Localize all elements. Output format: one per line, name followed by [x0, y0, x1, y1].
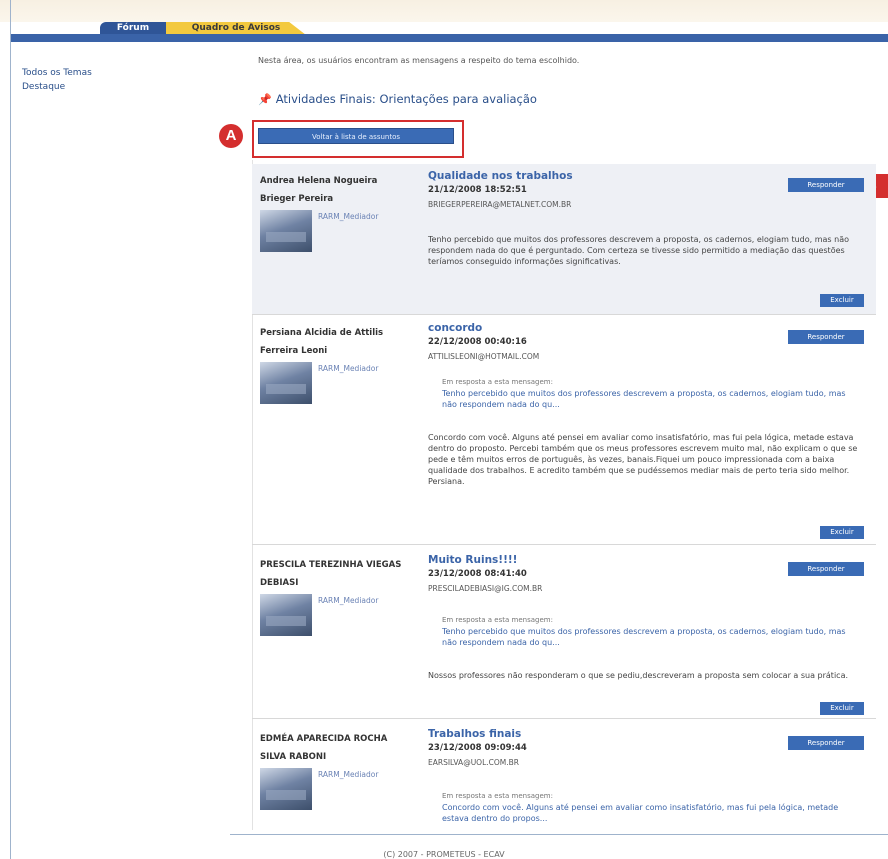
delete-button[interactable]: Excluir	[820, 526, 864, 539]
avatar	[260, 768, 312, 810]
sidebar-item-todos-os-temas[interactable]: Todos os Temas	[22, 66, 92, 80]
sidebar-item-destaque[interactable]: Destaque	[22, 80, 92, 94]
tab-bar	[11, 34, 888, 42]
message-author: EDMÉA APARECIDA ROCHA SILVA RABONI	[260, 734, 388, 762]
back-to-list-button[interactable]: Voltar à lista de assuntos	[258, 128, 454, 144]
message-body: Tenho percebido que muitos dos professor…	[428, 235, 849, 266]
respond-button[interactable]: Responder	[788, 330, 864, 344]
mediator-link[interactable]: RARM_Mediador	[318, 364, 378, 373]
quote-text[interactable]: Tenho percebido que muitos dos professor…	[442, 388, 862, 410]
avatar	[260, 362, 312, 404]
message-item: PRESCILA TEREZINHA VIEGAS DEBIASI RARM_M…	[252, 548, 876, 719]
quote-text[interactable]: Concordo com você. Alguns até pensei em …	[442, 802, 862, 824]
message-date: 22/12/2008 00:40:16	[428, 337, 527, 347]
topic-title: Atividades Finais: Orientações para aval…	[275, 92, 537, 106]
mediator-link[interactable]: RARM_Mediador	[318, 770, 378, 779]
respond-button[interactable]: Responder	[788, 562, 864, 576]
message-body: Nossos professores não responderam o que…	[428, 671, 849, 680]
message-author: PRESCILA TEREZINHA VIEGAS DEBIASI	[260, 560, 402, 588]
mediator-link[interactable]: RARM_Mediador	[318, 596, 378, 605]
sidebar: Todos os Temas Destaque	[22, 66, 92, 94]
message-item: Persiana Alcidia de Attilis Ferreira Leo…	[252, 316, 876, 545]
message-author: Andrea Helena Nogueira Brieger Pereira	[260, 176, 378, 204]
message-email: EARSILVA@UOL.COM.BR	[428, 758, 519, 767]
message-email: BRIEGERPEREIRA@METALNET.COM.BR	[428, 200, 572, 209]
message-date: 23/12/2008 08:41:40	[428, 569, 527, 579]
avatar	[260, 594, 312, 636]
avatar	[260, 210, 312, 252]
message-email: PRESCILADEBIASI@IG.COM.BR	[428, 584, 543, 593]
quote-label: Em resposta a esta mensagem:	[442, 378, 553, 386]
footer-divider	[230, 834, 888, 835]
message-item: EDMÉA APARECIDA ROCHA SILVA RABONI RARM_…	[252, 722, 876, 832]
footer: (C) 2007 - PROMETEUS - ECAV	[383, 850, 505, 859]
message-title[interactable]: Qualidade nos trabalhos	[428, 170, 573, 182]
respond-button[interactable]: Responder	[788, 178, 864, 192]
message-title[interactable]: concordo	[428, 322, 482, 334]
message-title[interactable]: Muito Ruins!!!!	[428, 554, 517, 566]
intro-text: Nesta área, os usuários encontram as men…	[258, 56, 580, 65]
message-item: Andrea Helena Nogueira Brieger Pereira R…	[252, 164, 876, 315]
message-author: Persiana Alcidia de Attilis Ferreira Leo…	[260, 328, 384, 356]
pin-icon: 📌	[258, 93, 272, 106]
top-band	[0, 0, 888, 22]
message-email: ATTILISLEONI@HOTMAIL.COM	[428, 352, 540, 361]
annotation-a-marker: A	[219, 124, 243, 148]
delete-button[interactable]: Excluir	[820, 294, 864, 307]
mediator-link[interactable]: RARM_Mediador	[318, 212, 378, 221]
quote-label: Em resposta a esta mensagem:	[442, 616, 553, 624]
respond-button[interactable]: Responder	[788, 736, 864, 750]
left-border	[10, 0, 11, 859]
topic-heading: 📌 Atividades Finais: Orientações para ava…	[258, 92, 537, 106]
message-body: Concordo com você. Alguns até pensei em …	[428, 433, 858, 486]
message-date: 23/12/2008 09:09:44	[428, 743, 527, 753]
message-date: 21/12/2008 18:52:51	[428, 185, 527, 195]
delete-button[interactable]: Excluir	[820, 702, 864, 715]
quote-text[interactable]: Tenho percebido que muitos dos professor…	[442, 626, 862, 648]
quote-label: Em resposta a esta mensagem:	[442, 792, 553, 800]
message-title[interactable]: Trabalhos finais	[428, 728, 521, 740]
